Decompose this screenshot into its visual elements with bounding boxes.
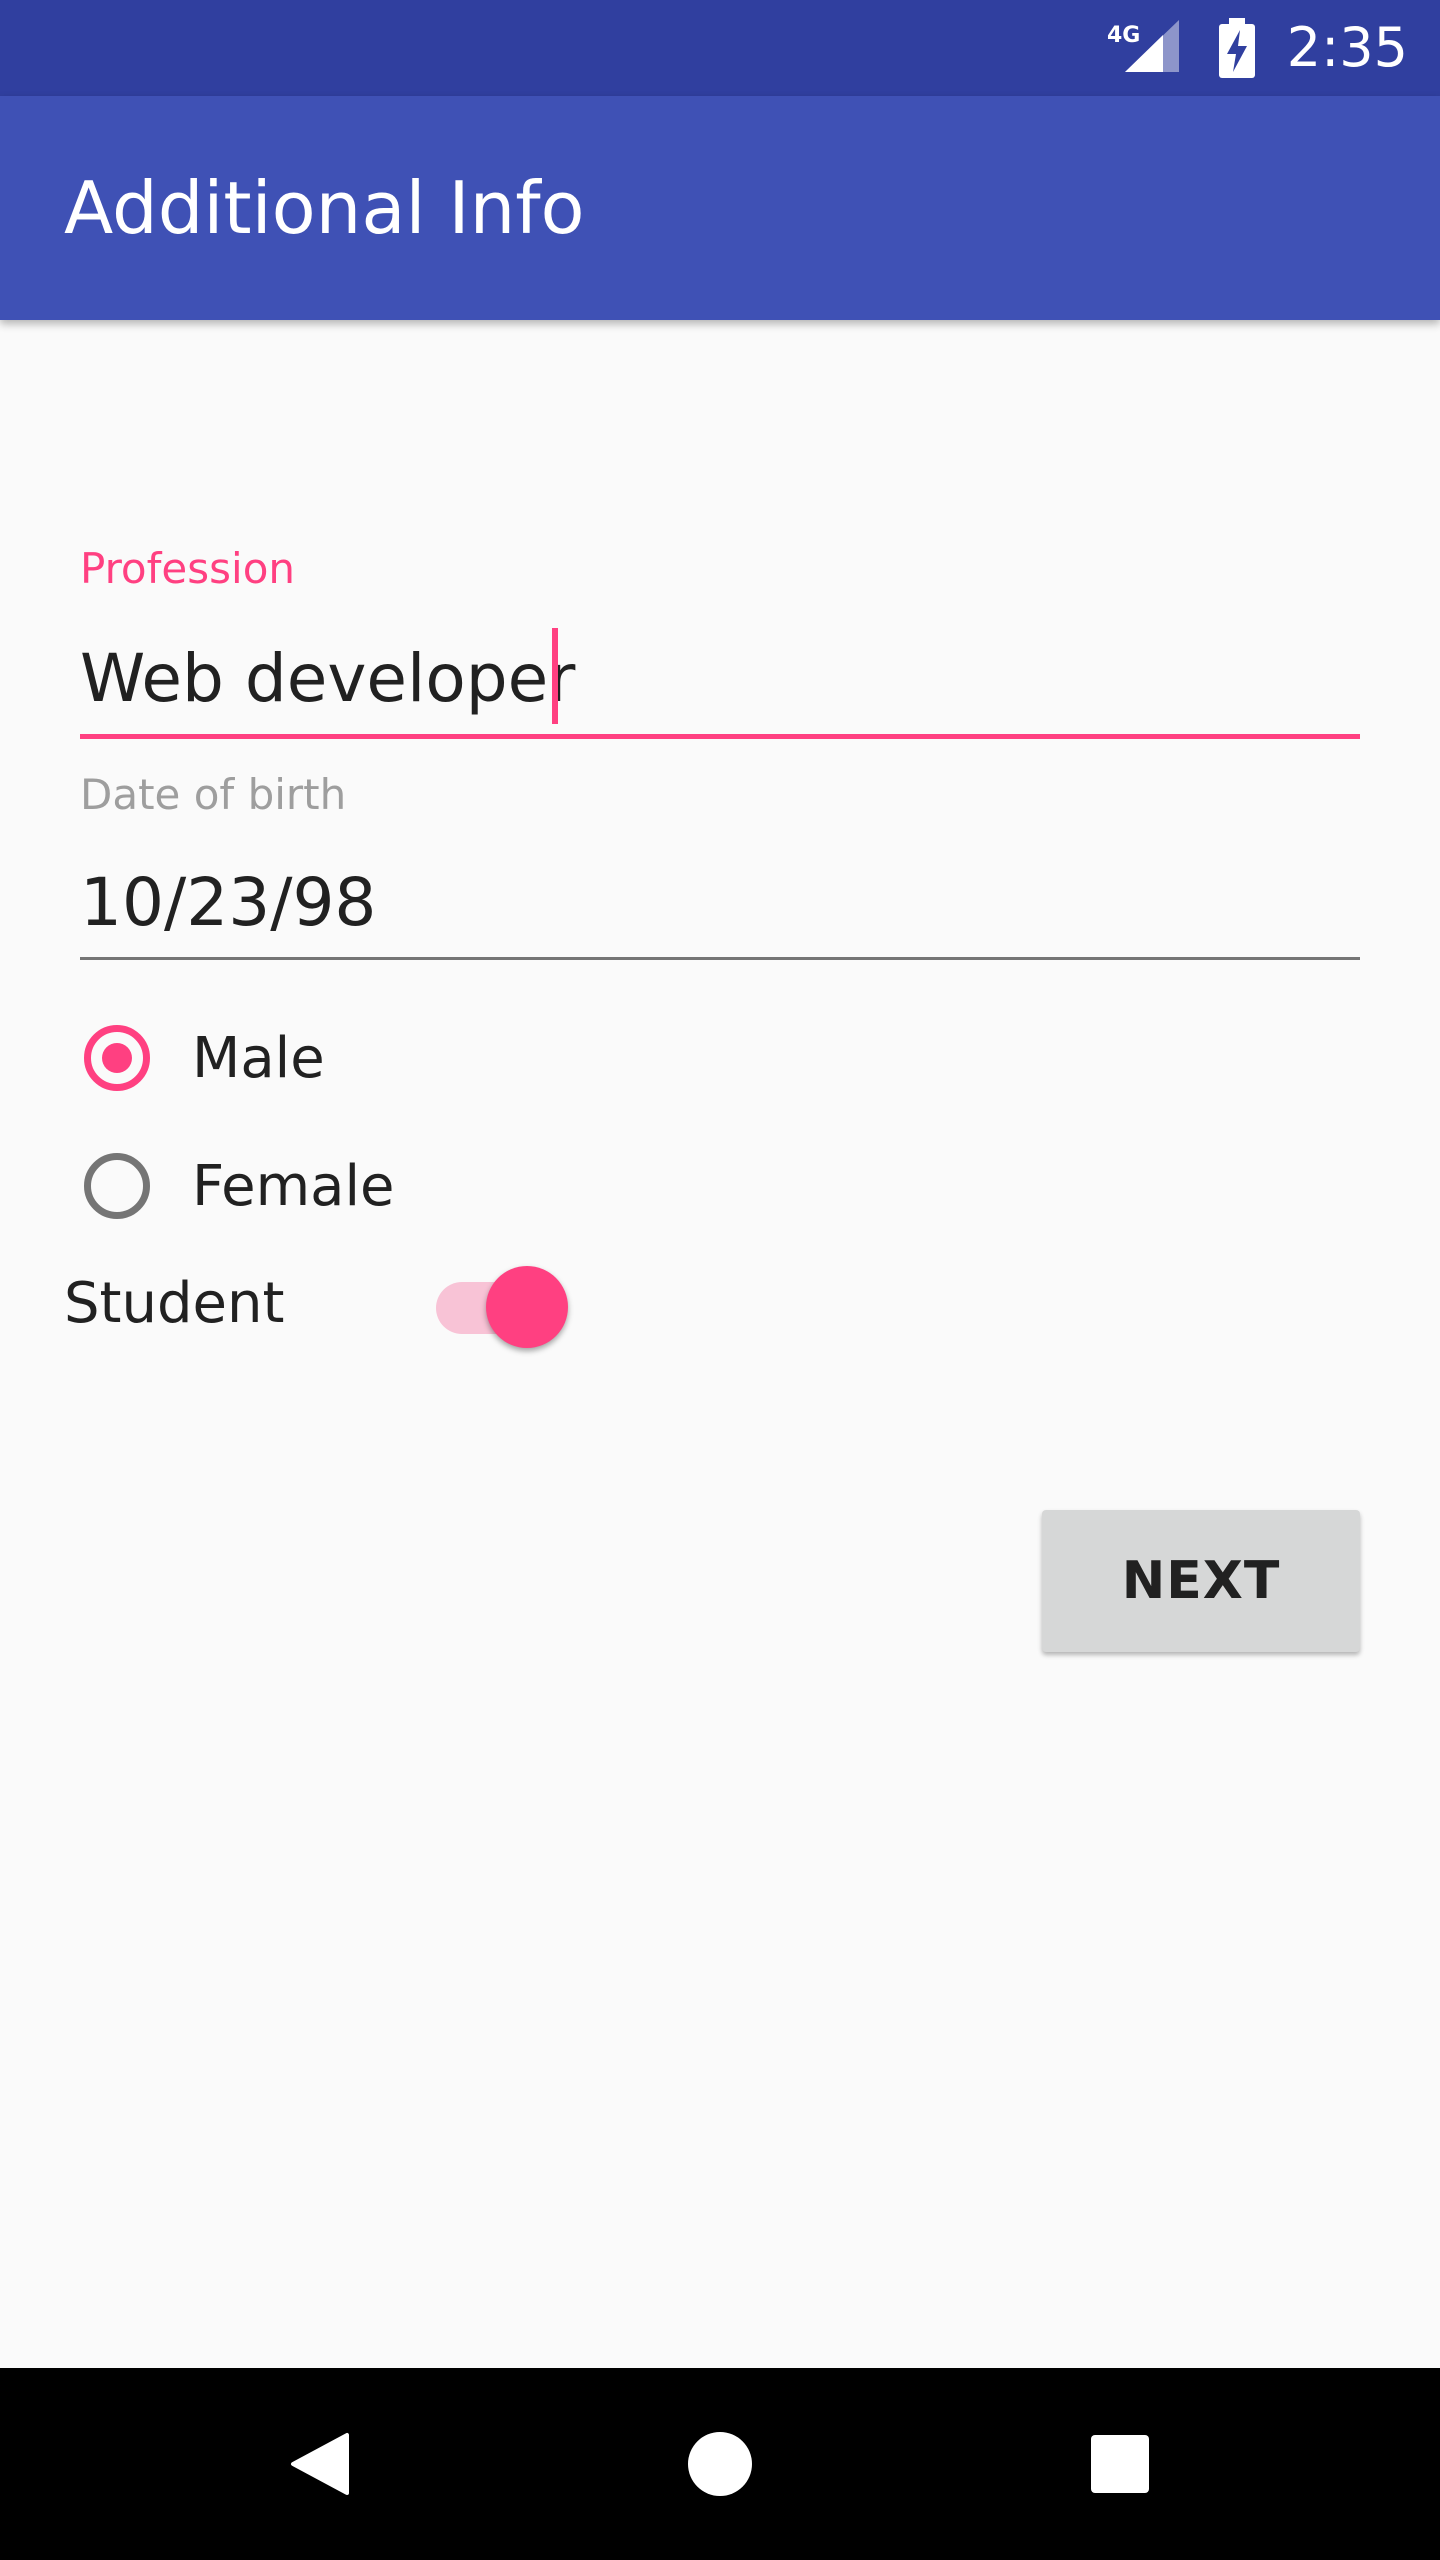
battery-charging-icon [1218,18,1255,78]
radio-female-label: Female [192,1153,395,1219]
status-icons: 4G 2:35 [1107,0,1408,96]
student-switch[interactable] [430,1256,570,1352]
nav-bar [0,2368,1440,2560]
signal-icon: 4G [1107,20,1179,72]
app-bar: Additional Info [0,96,1440,320]
radio-male-label: Male [192,1025,325,1091]
nav-back-button[interactable] [220,2368,420,2560]
date-of-birth-field[interactable] [80,852,1360,952]
back-icon [291,2433,349,2495]
switch-thumb [486,1266,568,1348]
student-label: Student [64,1271,285,1336]
status-time: 2:35 [1286,16,1408,79]
next-button[interactable]: NEXT [1042,1510,1360,1652]
radio-checked-icon [84,1025,150,1091]
page-title: Additional Info [64,166,585,250]
screen: 4G 2:35 Additional Info Profession Date … [0,0,1440,2560]
radio-unchecked-icon [84,1153,150,1219]
profession-underline [80,734,1360,739]
radio-dot [102,1043,132,1073]
home-icon [688,2432,752,2496]
recents-icon [1091,2435,1149,2493]
network-type-label: 4G [1107,23,1140,48]
date-of-birth-label: Date of birth [80,770,347,819]
status-bar: 4G 2:35 [0,0,1440,96]
radio-male[interactable]: Male [84,1008,325,1108]
nav-recents-button[interactable] [1020,2368,1220,2560]
profession-label: Profession [80,544,296,593]
date-of-birth-underline [80,957,1360,960]
nav-home-button[interactable] [620,2368,820,2560]
radio-female[interactable]: Female [84,1136,394,1236]
profession-field[interactable] [80,628,1360,728]
text-cursor [552,628,558,724]
